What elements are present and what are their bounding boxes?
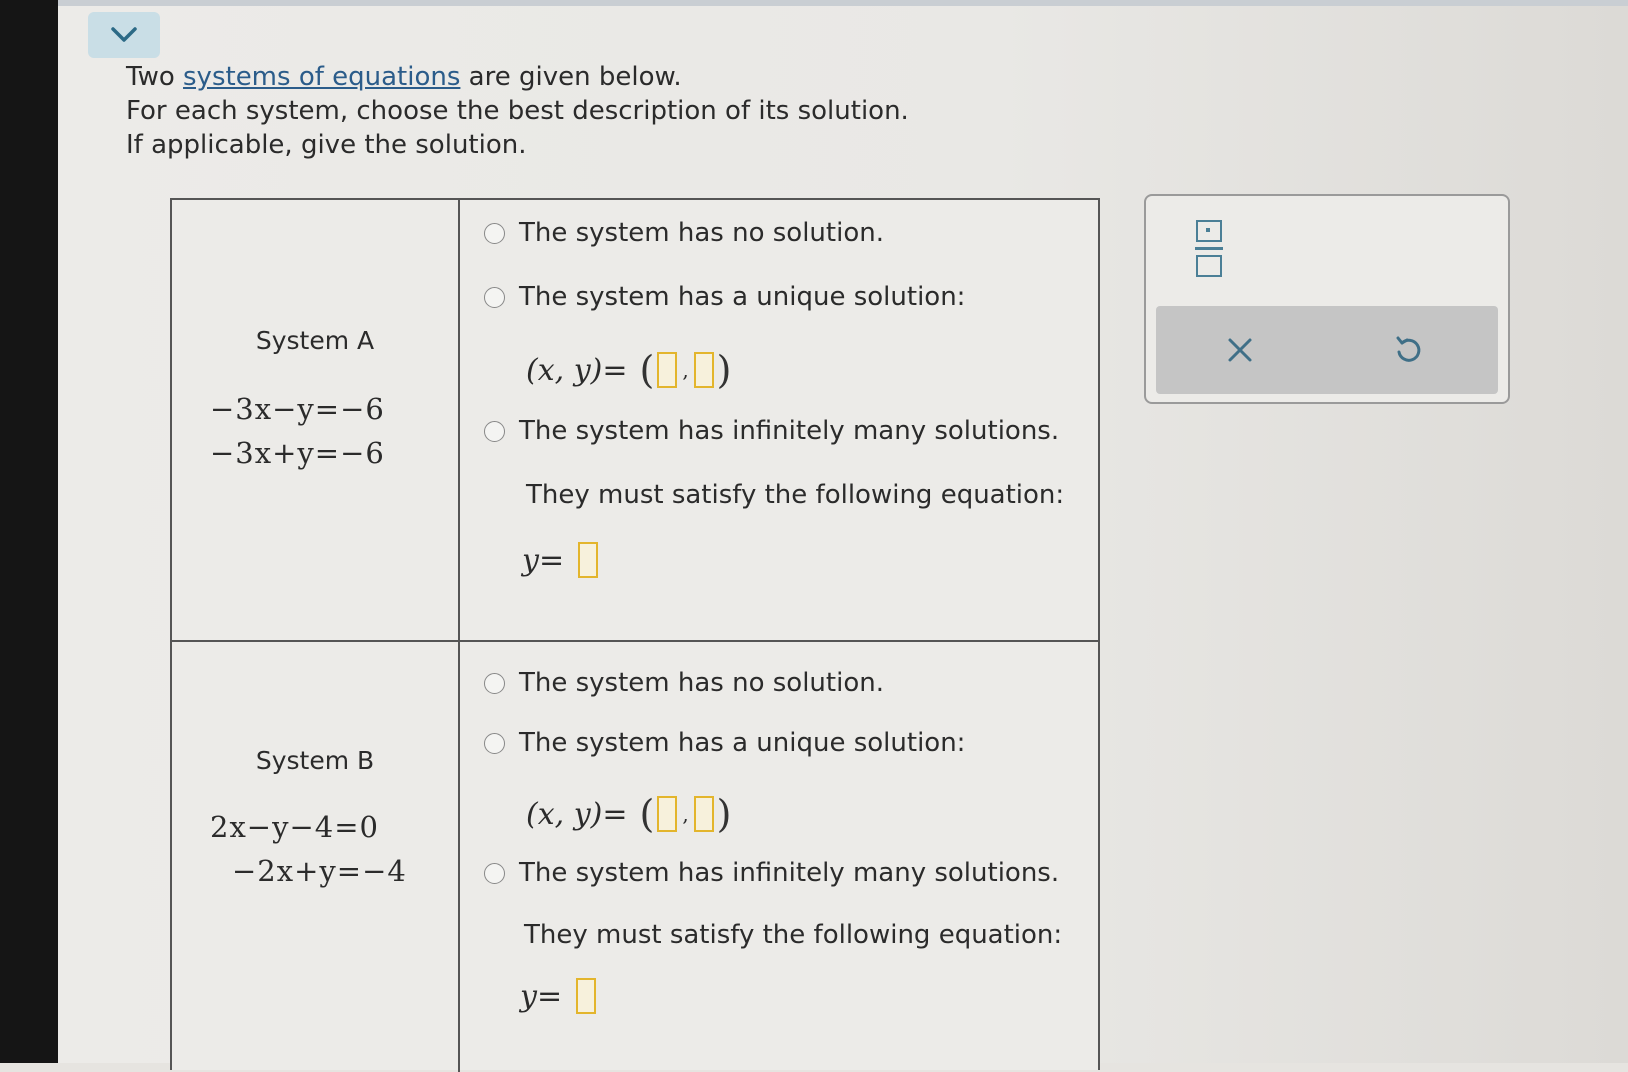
radio-button[interactable] — [484, 862, 505, 884]
y-equation-input-box[interactable] — [576, 978, 597, 1014]
radio-button[interactable] — [484, 732, 505, 754]
option-label: The system has a unique solution: — [519, 282, 966, 312]
system-b-row: System B 2x−y−4=0 −2x+y=−4 The system ha… — [172, 642, 1098, 1072]
system-a-equation-2: −3x+y=−6 — [210, 436, 385, 470]
option-label: The system has infinitely many solutions… — [519, 416, 1060, 446]
system-b-cell: System B 2x−y−4=0 −2x+y=−4 — [172, 642, 460, 1072]
clear-button[interactable] — [1216, 326, 1264, 374]
option-label: The system has no solution. — [519, 218, 884, 248]
screen-bezel — [0, 0, 58, 1063]
system-b-options: The system has no solution. The system h… — [460, 642, 1098, 1072]
top-strip — [58, 0, 1628, 6]
system-a-option-infinite[interactable]: The system has infinitely many solutions… — [484, 416, 1059, 446]
undo-icon — [1396, 336, 1421, 362]
y-prefix: y= — [520, 978, 563, 1014]
math-tools-panel — [1144, 194, 1510, 404]
system-a-title: System A — [255, 326, 375, 355]
system-b-equation-2: −2x+y=−4 — [232, 854, 407, 888]
y-equation-input-box[interactable] — [578, 542, 599, 578]
system-b-equation-1: 2x−y−4=0 — [210, 810, 379, 844]
radio-button[interactable] — [484, 222, 505, 244]
option-label: The system has no solution. — [519, 668, 884, 698]
system-a-option-no-solution[interactable]: The system has no solution. — [484, 218, 884, 248]
system-a-unique-answer: (x, y)= ( , ) — [526, 348, 732, 392]
system-b-title: System B — [255, 746, 375, 775]
systems-table: System A −3x−y=−6 −3x+y=−6 The system ha… — [170, 198, 1100, 1072]
system-b-option-no-solution[interactable]: The system has no solution. — [484, 668, 884, 698]
radio-button[interactable] — [484, 420, 505, 442]
fraction-icon — [1195, 220, 1223, 277]
instruction-line-2: For each system, choose the best descrip… — [126, 96, 909, 126]
y-input-box[interactable] — [693, 796, 714, 832]
system-a-options: The system has no solution. The system h… — [460, 200, 1098, 640]
xy-prefix: (x, y)= — [526, 796, 628, 832]
option-label: The system has a unique solution: — [519, 728, 966, 758]
system-a-option-unique[interactable]: The system has a unique solution: — [484, 282, 965, 312]
system-a-satisfy-text: They must satisfy the following equation… — [526, 480, 1065, 510]
fraction-button[interactable] — [1194, 220, 1224, 278]
undo-button[interactable] — [1384, 326, 1432, 374]
system-a-row: System A −3x−y=−6 −3x+y=−6 The system ha… — [172, 200, 1098, 642]
collapse-button[interactable] — [88, 12, 160, 58]
x-input-box[interactable] — [657, 796, 678, 832]
instructions: Two systems of equations are given below… — [126, 60, 909, 162]
system-a-y-answer: y= — [522, 542, 601, 578]
x-input-box[interactable] — [657, 352, 678, 388]
radio-button[interactable] — [484, 672, 505, 694]
y-input-box[interactable] — [693, 352, 714, 388]
systems-of-equations-link[interactable]: systems of equations — [183, 62, 460, 92]
instruction-line-1: Two systems of equations are given below… — [126, 62, 682, 92]
system-b-satisfy-text: They must satisfy the following equation… — [524, 920, 1063, 950]
action-bar — [1156, 306, 1498, 394]
system-a-cell: System A −3x−y=−6 −3x+y=−6 — [172, 200, 460, 640]
system-b-option-unique[interactable]: The system has a unique solution: — [484, 728, 965, 758]
system-b-y-answer: y= — [520, 978, 599, 1014]
system-b-option-infinite[interactable]: The system has infinitely many solutions… — [484, 858, 1059, 888]
system-b-unique-answer: (x, y)= ( , ) — [526, 792, 732, 836]
instruction-line-3: If applicable, give the solution. — [126, 130, 527, 160]
xy-prefix: (x, y)= — [526, 352, 628, 388]
x-icon — [1228, 338, 1252, 362]
option-label: The system has infinitely many solutions… — [519, 858, 1060, 888]
radio-button[interactable] — [484, 286, 505, 308]
chevron-down-icon — [111, 27, 137, 42]
y-prefix: y= — [522, 542, 565, 578]
system-a-equation-1: −3x−y=−6 — [210, 392, 385, 426]
